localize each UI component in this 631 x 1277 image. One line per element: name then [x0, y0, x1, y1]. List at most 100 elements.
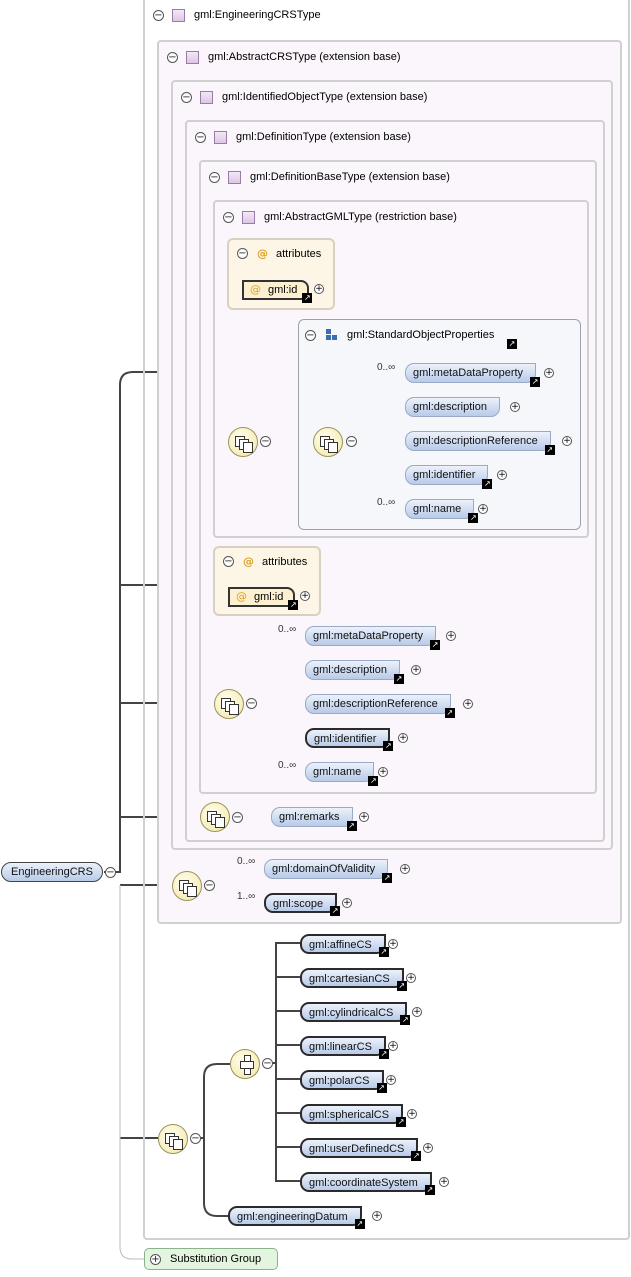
expand-icon[interactable]: + — [400, 864, 410, 874]
expand-icon[interactable]: + — [544, 368, 554, 378]
expand-icon[interactable]: + — [446, 631, 456, 641]
element-coordinatesystem[interactable]: gml:coordinateSystem ↗ — [300, 1172, 435, 1195]
expand-icon[interactable]: + — [372, 1211, 382, 1221]
link-icon[interactable]: ↗ — [530, 377, 541, 387]
link-icon[interactable]: ↗ — [376, 1083, 387, 1093]
collapse-icon[interactable]: − — [153, 9, 164, 21]
collapse-icon[interactable]: − — [105, 867, 116, 878]
attribute-gml-id[interactable]: @ gml:id ↗ — [228, 587, 299, 610]
element-affinecs[interactable]: gml:affineCS ↗ — [300, 934, 389, 957]
expand-icon[interactable]: + — [406, 973, 416, 983]
sequence-compositor[interactable] — [228, 427, 258, 457]
expand-icon[interactable]: + — [388, 939, 398, 949]
link-icon[interactable]: ↗ — [378, 947, 389, 957]
link-icon[interactable]: ↗ — [302, 293, 313, 303]
expand-icon[interactable]: + — [411, 665, 421, 675]
expand-icon[interactable]: + — [463, 699, 473, 709]
collapse-icon[interactable]: − — [209, 171, 220, 183]
link-icon[interactable]: ↗ — [544, 445, 555, 455]
collapse-icon[interactable]: − — [237, 248, 248, 259]
link-icon[interactable]: ↗ — [368, 776, 379, 786]
element-identifier[interactable]: gml:identifier ↗ — [405, 465, 493, 489]
element-descriptionreference[interactable]: gml:descriptionReference ↗ — [405, 431, 555, 455]
collapse-icon[interactable]: − — [223, 211, 234, 223]
element-descriptionreference[interactable]: gml:descriptionReference ↗ — [305, 694, 455, 718]
link-icon[interactable]: ↗ — [424, 1185, 435, 1195]
collapse-icon[interactable]: − — [305, 329, 316, 341]
sequence-compositor[interactable] — [158, 1124, 188, 1154]
element-metadataproperty[interactable]: gml:metaDataProperty ↗ — [305, 626, 441, 650]
link-icon[interactable]: ↗ — [382, 873, 393, 883]
expand-icon[interactable]: + — [439, 1177, 449, 1187]
collapse-icon[interactable]: − — [195, 131, 206, 143]
element-description[interactable]: gml:description — [405, 397, 500, 417]
link-icon[interactable]: ↗ — [468, 513, 479, 523]
sequence-compositor[interactable] — [313, 427, 343, 457]
link-icon[interactable]: ↗ — [507, 339, 517, 349]
sequence-compositor[interactable] — [172, 871, 202, 901]
expand-icon[interactable]: + — [342, 898, 352, 908]
element-engineeringdatum[interactable]: gml:engineeringDatum ↗ — [228, 1206, 365, 1229]
link-icon[interactable]: ↗ — [411, 1151, 422, 1161]
expand-icon[interactable]: + — [497, 470, 507, 480]
element-polarcs[interactable]: gml:polarCS ↗ — [300, 1070, 387, 1093]
expand-icon[interactable]: + — [423, 1143, 433, 1153]
element-description[interactable]: gml:description ↗ — [305, 660, 404, 684]
collapse-icon[interactable]: − — [232, 812, 243, 823]
collapse-icon[interactable]: − — [262, 1058, 273, 1069]
expand-icon[interactable]: + — [510, 402, 520, 412]
element-sphericalcs[interactable]: gml:sphericalCS ↗ — [300, 1104, 407, 1127]
expand-icon[interactable]: + — [300, 591, 310, 601]
choice-compositor[interactable] — [230, 1049, 260, 1079]
collapse-icon[interactable]: − — [204, 880, 215, 891]
expand-icon[interactable]: + — [407, 1109, 417, 1119]
expand-icon[interactable]: + — [359, 812, 369, 822]
collapse-icon[interactable]: − — [223, 556, 234, 567]
collapse-icon[interactable]: − — [346, 436, 357, 447]
link-icon[interactable]: ↗ — [346, 821, 357, 831]
element-metadataproperty[interactable]: gml:metaDataProperty ↗ — [405, 363, 541, 387]
link-icon[interactable]: ↗ — [330, 906, 341, 916]
element-linearcs[interactable]: gml:linearCS ↗ — [300, 1036, 389, 1059]
root-element-engineeringcrs[interactable]: EngineeringCRS — [1, 862, 103, 882]
collapse-icon[interactable]: − — [167, 51, 178, 63]
expand-icon[interactable]: + — [378, 767, 388, 777]
link-icon[interactable]: ↗ — [396, 981, 407, 991]
expand-icon[interactable]: + — [398, 733, 408, 743]
link-icon[interactable]: ↗ — [354, 1219, 365, 1229]
sequence-compositor[interactable] — [214, 689, 244, 719]
link-icon[interactable]: ↗ — [393, 674, 404, 684]
element-name[interactable]: gml:name ↗ — [405, 499, 479, 523]
collapse-icon[interactable]: − — [260, 436, 271, 447]
expand-icon[interactable]: + — [388, 1041, 398, 1051]
element-name[interactable]: gml:name ↗ — [305, 762, 379, 786]
link-icon[interactable]: ↗ — [482, 479, 493, 489]
link-icon[interactable]: ↗ — [400, 1015, 411, 1025]
attribute-gml-id[interactable]: @ gml:id ↗ — [242, 280, 313, 303]
element-remarks[interactable]: gml:remarks ↗ — [271, 807, 357, 831]
link-icon[interactable]: ↗ — [378, 1049, 389, 1059]
type-label: gml:IdentifiedObjectType (extension base… — [222, 91, 428, 103]
sequence-compositor[interactable] — [200, 802, 230, 832]
element-scope[interactable]: gml:scope ↗ — [264, 893, 341, 916]
link-icon[interactable]: ↗ — [396, 1117, 407, 1127]
expand-icon[interactable]: + — [412, 1007, 422, 1017]
expand-icon[interactable]: + — [314, 284, 324, 294]
collapse-icon[interactable]: − — [190, 1133, 201, 1144]
expand-icon[interactable]: + — [150, 1253, 161, 1265]
expand-icon[interactable]: + — [478, 504, 488, 514]
substitution-group[interactable]: + Substitution Group — [144, 1248, 278, 1270]
element-cartesiancs[interactable]: gml:cartesianCS ↗ — [300, 968, 407, 991]
expand-icon[interactable]: + — [562, 436, 572, 446]
link-icon[interactable]: ↗ — [444, 708, 455, 718]
link-icon[interactable]: ↗ — [383, 741, 394, 751]
expand-icon[interactable]: + — [386, 1075, 396, 1085]
collapse-icon[interactable]: − — [246, 698, 257, 709]
element-userdefinedcs[interactable]: gml:userDefinedCS ↗ — [300, 1138, 422, 1161]
element-domainofvalidity[interactable]: gml:domainOfValidity ↗ — [264, 859, 393, 883]
element-identifier[interactable]: gml:identifier ↗ — [305, 728, 394, 751]
link-icon[interactable]: ↗ — [430, 640, 441, 650]
link-icon[interactable]: ↗ — [288, 600, 299, 610]
collapse-icon[interactable]: − — [181, 91, 192, 103]
element-cylindricalcs[interactable]: gml:cylindricalCS ↗ — [300, 1002, 411, 1025]
